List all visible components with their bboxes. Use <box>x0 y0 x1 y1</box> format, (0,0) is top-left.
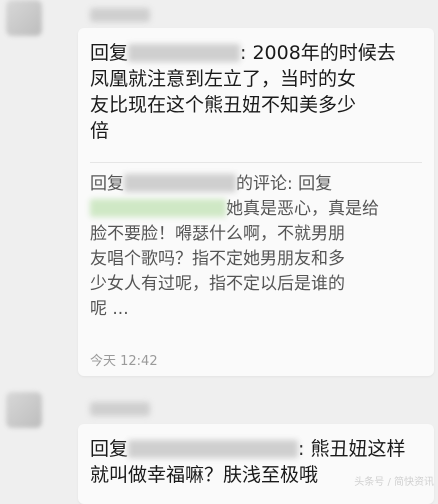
quoted-comment[interactable]: 回复 的评论: 回复 她真是恶心，真是给 脸不要脸！嘚瑟什么啊，不就男朋 友唱个歌… <box>90 172 430 322</box>
divider <box>90 162 422 163</box>
quoted-line: 友唱个歌吗？指不定她男朋友和多 <box>90 249 345 269</box>
username-mask <box>128 440 299 458</box>
username-masked[interactable] <box>90 8 150 22</box>
quoted-line: 的评论: 回复 <box>236 174 333 194</box>
comment-time: 今天 12:42 <box>90 354 158 369</box>
watermark: 头条号 / 简快资讯 <box>354 477 434 488</box>
quoted-line: 脸不要脸！嘚瑟什么啊，不就男朋 <box>90 224 345 244</box>
comment-line: 友比现在这个熊丑妞不知美多少 <box>90 94 357 116</box>
avatar[interactable] <box>6 0 42 36</box>
reply-prefix: 回复 <box>90 42 129 64</box>
quoted-line: 少女人有过呢，指不定以后是谁的 <box>90 274 345 294</box>
quoted-reply-prefix: 回复 <box>90 174 124 194</box>
avatar[interactable] <box>6 392 42 428</box>
comment-text: 回复 : 2008年的时候去 凤凰就注意到左立了，当时的女 友比现在这个熊丑妞不知… <box>90 40 430 144</box>
quoted-line: 呢 ... <box>90 299 129 319</box>
quoted-line: 她真是恶心，真是给 <box>226 199 379 219</box>
reply-prefix: 回复 <box>90 438 129 460</box>
comment-card: 回复 : 2008年的时候去 凤凰就注意到左立了，当时的女 友比现在这个熊丑妞不知… <box>78 28 434 376</box>
reply-text: : 2008年的时候去 <box>240 42 396 64</box>
username-mask <box>90 199 226 217</box>
comment-card: 回复: 熊丑妞这样 就叫做幸福嘛？肤浅至极哦 <box>78 424 434 504</box>
username-mask <box>128 44 241 62</box>
comment-line: 凤凰就注意到左立了，当时的女 <box>90 68 357 90</box>
comment-line: 倍 <box>90 120 110 142</box>
username-mask <box>124 174 236 192</box>
username-masked[interactable] <box>90 402 150 416</box>
reply-text: : 熊丑妞这样 <box>298 438 406 460</box>
